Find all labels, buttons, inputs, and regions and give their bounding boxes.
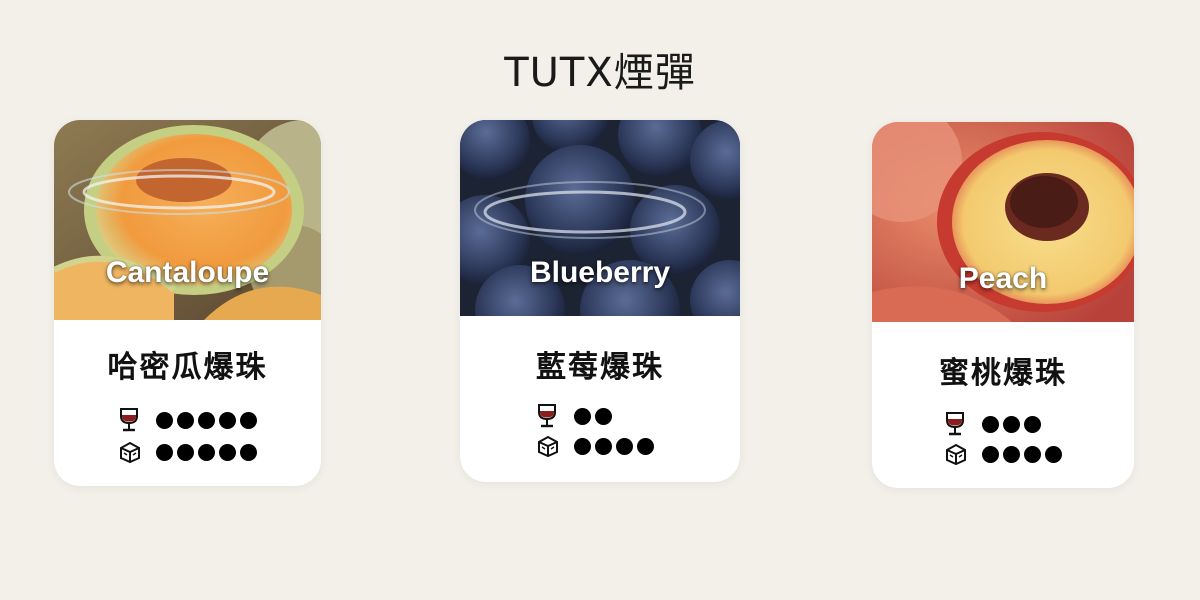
rating-dot: [219, 411, 236, 429]
strength-rating: [944, 410, 1041, 438]
fruit-name-en: Cantaloupe: [105, 256, 270, 289]
rating-dot: [240, 411, 257, 429]
rating-dot: [1024, 415, 1041, 433]
wine-glass-icon: [118, 407, 142, 433]
fruit-name-cn: 蜜桃爆珠: [939, 356, 1067, 391]
rating-dot: [595, 407, 612, 425]
cooling-rating: [536, 432, 654, 460]
rating-dot: [198, 443, 215, 461]
rating-dot: [1003, 445, 1020, 463]
strength-dots: [156, 411, 257, 429]
wine-glass-icon: [536, 403, 560, 429]
rating-dot: [156, 411, 173, 429]
wine-glass-icon: [944, 411, 968, 437]
rating-dot: [177, 443, 194, 461]
product-card-cantaloupe[interactable]: Cantaloupe 哈密瓜爆珠: [54, 120, 321, 486]
rating-dot: [156, 443, 173, 461]
cooling-rating: [944, 440, 1062, 468]
rating-dot: [574, 407, 591, 425]
strength-rating: [536, 402, 612, 430]
cooling-dots: [156, 443, 257, 461]
rating-dot: [637, 437, 654, 455]
strength-dots: [982, 415, 1041, 433]
strength-dots: [574, 407, 612, 425]
strength-rating: [118, 406, 257, 434]
rating-dot: [1003, 415, 1020, 433]
rating-dot: [219, 443, 236, 461]
page-title: TUTX煙彈: [504, 50, 696, 96]
fruit-name-en: Blueberry: [529, 256, 671, 289]
rating-dot: [616, 437, 633, 455]
product-card-blueberry[interactable]: Blueberry 藍莓爆珠: [460, 120, 740, 482]
product-card-peach[interactable]: Peach 蜜桃爆珠: [872, 122, 1134, 488]
rating-dot: [595, 437, 612, 455]
rating-dot: [982, 415, 999, 433]
rating-dot: [1045, 445, 1062, 463]
rating-dot: [1024, 445, 1041, 463]
rating-dot: [198, 411, 215, 429]
cantaloupe-photo: [54, 120, 321, 320]
ice-cube-icon: [118, 439, 142, 465]
fruit-name-en: Peach: [958, 262, 1048, 295]
rating-dot: [177, 411, 194, 429]
cooling-dots: [574, 437, 654, 455]
fruit-name-cn: 哈密瓜爆珠: [107, 350, 268, 385]
rating-dot: [240, 443, 257, 461]
rating-dot: [982, 445, 999, 463]
cooling-rating: [118, 438, 257, 466]
cooling-dots: [982, 445, 1062, 463]
fruit-name-cn: 藍莓爆珠: [536, 350, 664, 385]
ice-cube-icon: [944, 441, 968, 467]
rating-dot: [574, 437, 591, 455]
ice-cube-icon: [536, 433, 560, 459]
